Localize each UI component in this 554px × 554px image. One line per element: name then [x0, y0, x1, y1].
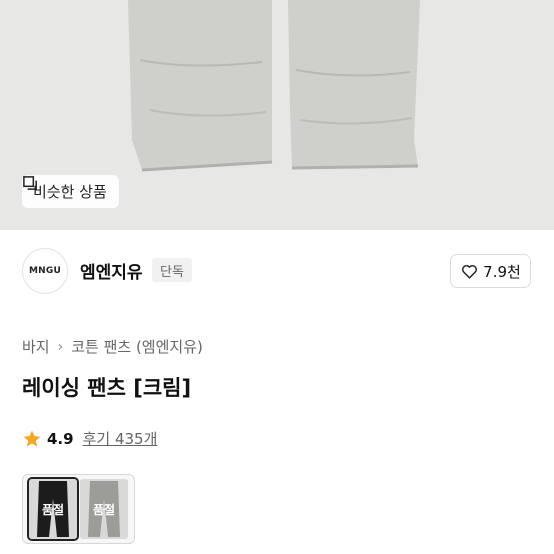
color-option-black[interactable]: 품절 — [27, 477, 79, 541]
heart-outline-icon — [462, 264, 478, 279]
similar-items-label: 비슷한 상품 — [33, 183, 107, 201]
product-image-area[interactable]: 비슷한 상품 — [0, 0, 554, 230]
breadcrumb: 바지 › 코튼 팬츠 (엠엔지유) — [22, 336, 203, 357]
star-icon — [23, 430, 41, 446]
review-count-link[interactable]: 후기 435개 — [83, 428, 158, 449]
similar-items-button[interactable]: 비슷한 상품 — [22, 175, 119, 208]
rating-score: 4.9 — [47, 429, 74, 448]
color-options: 품절 품절 — [22, 474, 135, 544]
product-title: 레이싱 팬츠 [크림] — [22, 376, 192, 400]
brand-logo-text: MNGU — [29, 266, 61, 276]
like-count: 7.9천 — [483, 262, 521, 281]
rating-row: 4.9 후기 435개 — [22, 428, 157, 449]
similar-items-icon — [23, 176, 37, 190]
sold-out-label: 품절 — [92, 503, 116, 517]
breadcrumb-item-category[interactable]: 바지 — [22, 336, 50, 357]
breadcrumb-item-subcategory[interactable]: 코튼 팬츠 (엠엔지유) — [71, 336, 203, 357]
color-option-gray[interactable]: 품절 — [80, 479, 128, 539]
chevron-right-icon: › — [57, 338, 64, 355]
brand-row: MNGU 엠엔지유 단독 7.9천 — [0, 240, 554, 302]
exclusive-badge: 단독 — [152, 258, 192, 282]
brand-name[interactable]: 엠엔지유 — [80, 258, 143, 283]
sold-out-label: 품절 — [41, 503, 65, 517]
like-button[interactable]: 7.9천 — [450, 254, 531, 288]
brand-logo[interactable]: MNGU — [22, 248, 68, 294]
